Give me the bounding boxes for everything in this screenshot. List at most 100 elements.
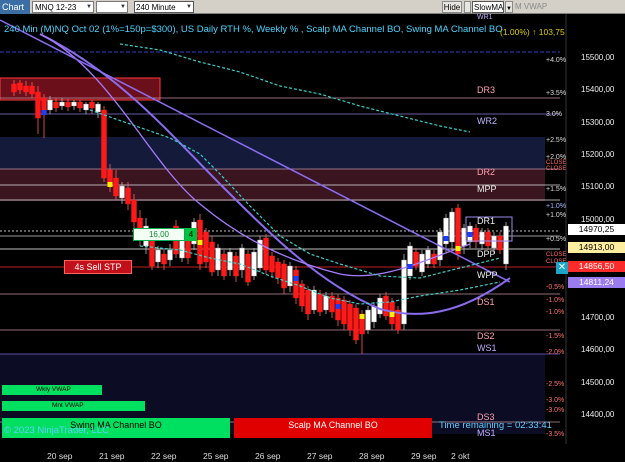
- signal-marker: [443, 236, 449, 241]
- price-label: 15200,00: [581, 150, 615, 159]
- level-wr1: WR1: [477, 14, 493, 21]
- percent-label: -3.0%: [546, 407, 565, 414]
- price-label: 14700,00: [581, 313, 615, 322]
- signal-marker: [407, 264, 413, 269]
- candle-body: [77, 101, 83, 109]
- chart-toolbar: Chart MNQ 12-23 ▼ ▼ 240 Minute ▼ Hide Sl…: [0, 0, 625, 14]
- percent-label: +2.5%: [546, 137, 567, 144]
- time-remaining: Time remaining = 02:33:41: [439, 420, 552, 431]
- candle-body: [383, 295, 389, 317]
- candle-body: [449, 211, 455, 243]
- price-label: 14400,00: [581, 410, 615, 419]
- percent-label: -0.5%: [546, 284, 565, 291]
- interval-label: 240 Minute: [136, 3, 176, 12]
- strategy-label: SlowMA: [474, 3, 504, 12]
- percent-label: 3.0%: [546, 111, 562, 118]
- percent-label: +1.0%: [546, 203, 567, 210]
- signal-marker: [467, 232, 473, 237]
- candle-body: [113, 177, 119, 197]
- candle-body: [491, 235, 497, 249]
- signal-marker: [293, 276, 299, 281]
- entry-order-price[interactable]: 16,00: [133, 228, 185, 241]
- level-mpp: MPP: [477, 184, 497, 194]
- candle-body: [149, 239, 155, 267]
- candle-body: [347, 303, 353, 331]
- candle-body: [323, 295, 329, 311]
- signal-marker: [335, 304, 341, 309]
- candle-body: [497, 235, 503, 251]
- candle-body: [431, 253, 437, 265]
- percent-label: +0.5%: [546, 236, 567, 243]
- candle-body: [167, 249, 173, 261]
- level-dr3: DR3: [477, 85, 496, 95]
- close-order-icon[interactable]: ✕: [556, 262, 568, 274]
- interval-selector[interactable]: ▼: [96, 1, 128, 13]
- level-ds2: DS2: [477, 331, 495, 341]
- instrument-selector[interactable]: MNQ 12-23 ▼: [32, 1, 94, 13]
- instrument-label: MNQ 12-23: [35, 3, 77, 12]
- scalp-ma-channel-bo-panel[interactable]: Scalp MA Channel BO: [234, 418, 432, 438]
- candle-body: [125, 187, 131, 205]
- close-marker: CLOSE: [546, 166, 567, 172]
- level-wpp: WPP: [477, 270, 498, 280]
- candle-body: [353, 307, 359, 341]
- level-dpp: DPP: [477, 249, 496, 259]
- candle-body: [293, 269, 299, 299]
- candle-body: [473, 227, 479, 243]
- chevron-down-icon: ▼: [506, 6, 512, 12]
- daily-range-readout: (1.00%) ↑ 103,75: [500, 27, 565, 37]
- hide-button[interactable]: Hide: [442, 1, 462, 13]
- monthly-vwap-panel[interactable]: Mnt VWAP: [2, 401, 145, 411]
- sell-stop-order[interactable]: 4s Sell STP: [64, 260, 132, 274]
- candle-body: [17, 82, 23, 91]
- chart-title: 240 Min (M)NQ Oct 02 (1%=150p=$300), US …: [4, 24, 503, 35]
- candle-body: [83, 103, 89, 111]
- stop-price-badge: 14856,50: [568, 261, 625, 272]
- candle-body: [305, 289, 311, 315]
- percent-label: +3.5%: [546, 90, 567, 97]
- layout-button[interactable]: [464, 1, 471, 13]
- order-quantity[interactable]: 4: [185, 228, 197, 241]
- candle-body: [161, 253, 167, 265]
- candle-body: [251, 251, 257, 277]
- signal-marker: [455, 246, 461, 251]
- channel-line: [119, 43, 471, 133]
- strategy-dropdown-button[interactable]: ▼: [505, 1, 513, 13]
- price-chart[interactable]: 240 Min (M)NQ Oct 02 (1%=150p=$300), US …: [0, 14, 625, 462]
- percent-label: +4.0%: [546, 57, 567, 64]
- price-label: 14500,00: [581, 378, 615, 387]
- candle-body: [425, 249, 431, 265]
- x-axis-date: 2 okt: [451, 451, 470, 461]
- candle-body: [341, 299, 347, 325]
- signal-marker: [107, 182, 113, 187]
- candle-body: [263, 237, 269, 271]
- signal-marker: [359, 314, 365, 319]
- candle-body: [317, 293, 323, 313]
- level-dr1: DR1: [477, 216, 496, 226]
- x-axis-date: 29 sep: [411, 451, 437, 461]
- candle-body: [239, 247, 245, 271]
- candle-body: [485, 231, 491, 247]
- chart-tab[interactable]: Chart: [0, 0, 30, 14]
- candle-body: [95, 103, 101, 113]
- x-axis-date: 27 sep: [307, 451, 333, 461]
- level-ds1: DS1: [477, 297, 495, 307]
- chevron-down-icon: ▼: [86, 4, 92, 10]
- copyright: © 2023 NinjaTrader, LLC: [4, 425, 109, 436]
- vwap-indicator-button[interactable]: M VWAP: [515, 1, 555, 13]
- candle-body: [131, 199, 137, 223]
- percent-label: -3.5%: [546, 431, 565, 438]
- interval-field[interactable]: 240 Minute ▼: [134, 1, 194, 13]
- candle-body: [233, 255, 239, 277]
- candle-body: [59, 101, 65, 107]
- percent-label: -2.0%: [546, 349, 565, 356]
- price-label: 15400,00: [581, 85, 615, 94]
- candle-body: [503, 225, 509, 265]
- x-axis-date: 25 sep: [203, 451, 229, 461]
- weekly-vwap-panel[interactable]: Wkly VWAP: [2, 385, 102, 395]
- price-label: 15300,00: [581, 118, 615, 127]
- candle-body: [269, 255, 275, 273]
- strategy-selector[interactable]: SlowMA: [472, 1, 504, 13]
- percent-label: -3.0%: [546, 397, 565, 404]
- level-wr2: WR2: [477, 116, 497, 126]
